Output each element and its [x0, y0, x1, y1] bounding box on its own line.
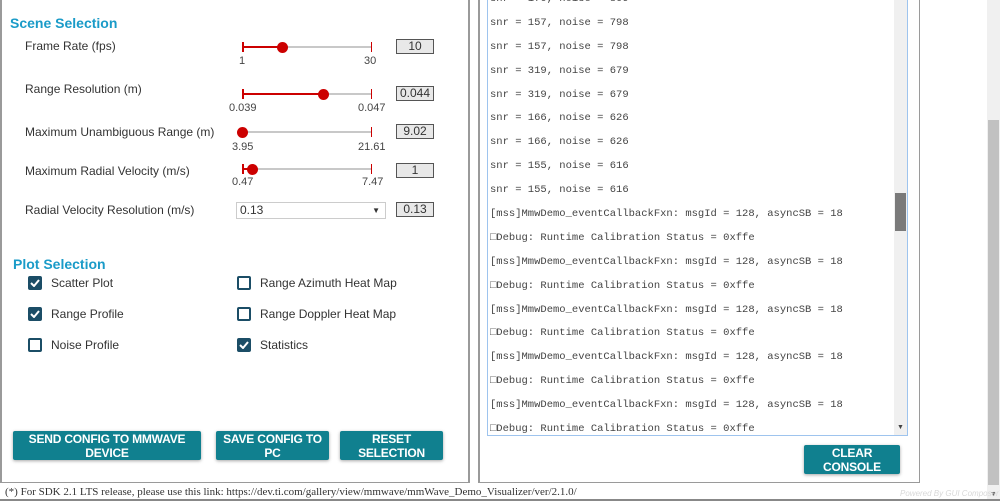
velocity-resolution-selected: 0.13 — [240, 203, 264, 217]
scene-config-panel — [0, 0, 470, 483]
sdk-link-note: (*) For SDK 2.1 LTS release, please use … — [5, 486, 577, 498]
max-velocity-min-label: 0.47 — [232, 176, 254, 188]
save-config-button[interactable]: SAVE CONFIG TO PC — [216, 431, 329, 460]
checkbox-icon[interactable] — [28, 276, 42, 290]
console-line: [mss]MmwDemo_eventCallbackFxn: msgId = 1… — [490, 255, 843, 268]
console-scrollbar[interactable]: ▼ — [894, 0, 907, 435]
checkbox-label: Noise Profile — [51, 338, 120, 352]
console-line: [mss]MmwDemo_eventCallbackFxn: msgId = 1… — [490, 351, 843, 364]
slider-fill — [242, 46, 283, 48]
range-azimuth-heatmap-checkbox[interactable]: Range Azimuth Heat Map — [237, 276, 397, 290]
frame-rate-min-label: 1 — [239, 55, 246, 67]
console-line: [mss]MmwDemo_eventCallbackFxn: msgId = 1… — [490, 303, 843, 316]
max-range-label: Maximum Unambiguous Range (m) — [25, 125, 215, 139]
noise-profile-checkbox[interactable]: Noise Profile — [28, 338, 119, 352]
checkbox-icon[interactable] — [28, 307, 42, 321]
slider-min-tick — [242, 89, 244, 99]
checkbox-label: Range Doppler Heat Map — [260, 307, 397, 321]
range-resolution-label: Range Resolution (m) — [25, 82, 142, 96]
range-resolution-slider[interactable] — [242, 89, 372, 100]
checkbox-icon[interactable] — [237, 276, 251, 290]
console-line: □Debug: Runtime Calibration Status = 0xf… — [490, 231, 755, 244]
max-velocity-label: Maximum Radial Velocity (m/s) — [25, 164, 190, 178]
scene-selection-title: Scene Selection — [10, 15, 118, 31]
console-line: snr = 155, noise = 616 — [490, 184, 629, 197]
range-resolution-min-label: 0.039 — [229, 102, 257, 114]
velocity-resolution-label: Radial Velocity Resolution (m/s) — [25, 203, 195, 217]
console-line: snr = 170, noise = 809 — [490, 0, 843, 12]
page-scrollbar-thumb[interactable] — [988, 120, 999, 485]
console-line: snr = 319, noise = 679 — [490, 64, 629, 77]
checkbox-label: Range Profile — [51, 307, 124, 321]
max-velocity-max-label: 7.47 — [362, 176, 384, 188]
slider-max-tick — [371, 42, 372, 52]
console-line: [mss]MmwDemo_eventCallbackFxn: msgId = 1… — [490, 399, 843, 412]
powered-by-label: Powered By GUI Composer™ — [900, 489, 1000, 498]
max-range-min-label: 3.95 — [232, 141, 254, 153]
frame-rate-max-label: 30 — [364, 55, 377, 67]
clear-console-button[interactable]: CLEAR CONSOLE — [804, 445, 900, 474]
scatter-plot-checkbox[interactable]: Scatter Plot — [28, 276, 113, 290]
range-doppler-heatmap-checkbox[interactable]: Range Doppler Heat Map — [237, 307, 396, 321]
slider-min-tick — [242, 42, 244, 52]
console-scrollbar-thumb[interactable] — [895, 193, 906, 231]
slider-max-tick — [371, 89, 372, 99]
range-profile-checkbox[interactable]: Range Profile — [28, 307, 124, 321]
range-resolution-value[interactable]: 0.044 — [396, 86, 434, 101]
console-line: snr = 166, noise = 626 — [490, 136, 629, 149]
frame-rate-slider[interactable] — [242, 42, 372, 53]
console-line: snr = 319, noise = 679 — [490, 88, 629, 101]
console-line: □Debug: Runtime Calibration Status = 0xf… — [490, 423, 755, 436]
checkbox-icon[interactable] — [237, 307, 251, 321]
max-range-slider[interactable] — [237, 127, 372, 138]
max-range-max-label: 21.61 — [358, 141, 386, 153]
max-velocity-slider[interactable] — [242, 164, 372, 175]
checkbox-icon[interactable] — [28, 338, 42, 352]
console-line: □Debug: Runtime Calibration Status = 0xf… — [490, 279, 755, 292]
slider-thumb[interactable] — [237, 127, 248, 138]
max-range-value[interactable]: 9.02 — [396, 124, 434, 139]
slider-fill — [242, 93, 324, 95]
scroll-down-arrow-icon[interactable]: ▼ — [897, 424, 904, 431]
checkbox-label: Statistics — [260, 338, 309, 352]
max-velocity-value[interactable]: 1 — [396, 163, 434, 178]
plot-selection-title: Plot Selection — [13, 256, 106, 272]
console-line: snr = 157, noise = 798 — [490, 16, 629, 29]
range-resolution-max-label: 0.047 — [358, 102, 386, 114]
slider-max-tick — [371, 127, 372, 137]
frame-rate-value[interactable]: 10 — [396, 39, 434, 54]
console-line: snr = 155, noise = 616 — [490, 160, 629, 173]
page-scrollbar[interactable]: ▼ — [987, 0, 1000, 501]
slider-track — [242, 168, 372, 170]
slider-thumb[interactable] — [246, 164, 258, 175]
console-line: snr = 166, noise = 626 — [490, 112, 629, 125]
checkbox-label: Scatter Plot — [51, 276, 114, 290]
statistics-checkbox[interactable]: Statistics — [237, 338, 308, 352]
console-line: □Debug: Runtime Calibration Status = 0xf… — [490, 327, 755, 340]
slider-min-tick — [242, 164, 244, 174]
dropdown-arrow-icon: ▼ — [372, 206, 380, 215]
velocity-resolution-select[interactable]: 0.13 ▼ — [236, 202, 386, 219]
console-output[interactable]: snr = 170, noise = 809 snr = 157, noise =… — [487, 0, 908, 436]
slider-track — [242, 131, 372, 133]
slider-max-tick — [371, 164, 372, 174]
send-config-button[interactable]: SEND CONFIG TO MMWAVE DEVICE — [13, 431, 201, 460]
checkbox-label: Range Azimuth Heat Map — [260, 276, 397, 290]
console-lines: snr = 170, noise = 809 snr = 157, noise =… — [490, 0, 843, 436]
console-line: snr = 157, noise = 798 — [490, 40, 629, 53]
slider-thumb[interactable] — [318, 89, 330, 100]
slider-thumb[interactable] — [277, 42, 289, 53]
velocity-resolution-value[interactable]: 0.13 — [396, 202, 434, 217]
frame-rate-label: Frame Rate (fps) — [25, 39, 116, 53]
console-line: [mss]MmwDemo_eventCallbackFxn: msgId = 1… — [490, 208, 843, 221]
reset-selection-button[interactable]: RESET SELECTION — [340, 431, 443, 460]
checkbox-icon[interactable] — [237, 338, 251, 352]
console-line: □Debug: Runtime Calibration Status = 0xf… — [490, 375, 755, 388]
